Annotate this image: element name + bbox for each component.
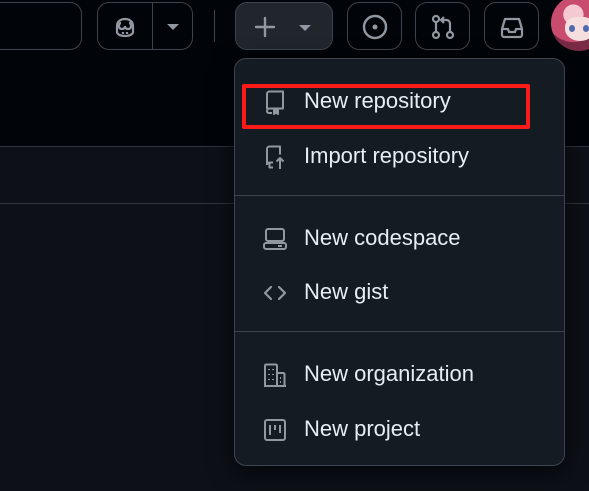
menu-item-label: New organization (304, 361, 474, 386)
search-input[interactable] (0, 2, 82, 50)
menu-item-label: New project (304, 416, 421, 441)
avatar-eye (583, 25, 589, 32)
menu-divider (235, 331, 564, 332)
issue-circle-icon[interactable] (361, 13, 389, 41)
menu-item-import-repository[interactable]: Import repository (235, 132, 564, 180)
menu-item-new-gist[interactable]: New gist (235, 268, 564, 316)
header-separator (214, 10, 215, 42)
issues-button[interactable] (347, 2, 402, 50)
copilot-button-group[interactable] (97, 2, 193, 50)
organization-icon (264, 363, 286, 387)
inbox-button[interactable] (484, 2, 539, 50)
create-new-menu: New repository Import repository New cod… (234, 58, 565, 466)
menu-item-new-repository[interactable]: New repository (235, 77, 564, 125)
pull-requests-button[interactable] (415, 2, 470, 50)
menu-item-new-project[interactable]: New project (235, 405, 564, 453)
avatar-eye (569, 25, 575, 32)
repo-icon (266, 90, 284, 115)
pull-request-icon[interactable] (429, 13, 457, 41)
codespaces-icon (263, 228, 287, 250)
project-icon (264, 419, 286, 441)
copilot-icon[interactable] (112, 14, 138, 40)
menu-divider (235, 195, 564, 196)
chevron-down-icon[interactable] (298, 24, 312, 32)
menu-item-new-organization[interactable]: New organization (235, 350, 564, 398)
menu-item-label: New gist (304, 279, 389, 304)
menu-item-label: New repository (304, 88, 451, 113)
inbox-icon[interactable] (498, 13, 526, 41)
create-new-button[interactable] (235, 2, 333, 50)
menu-item-label: New codespace (304, 225, 461, 250)
menu-item-new-codespace[interactable]: New codespace (235, 214, 564, 262)
repo-push-icon (266, 145, 285, 169)
plus-icon[interactable] (253, 15, 277, 39)
code-icon (263, 285, 287, 301)
menu-item-label: Import repository (304, 143, 470, 168)
chevron-down-icon[interactable] (166, 23, 180, 31)
button-separator (152, 3, 153, 49)
